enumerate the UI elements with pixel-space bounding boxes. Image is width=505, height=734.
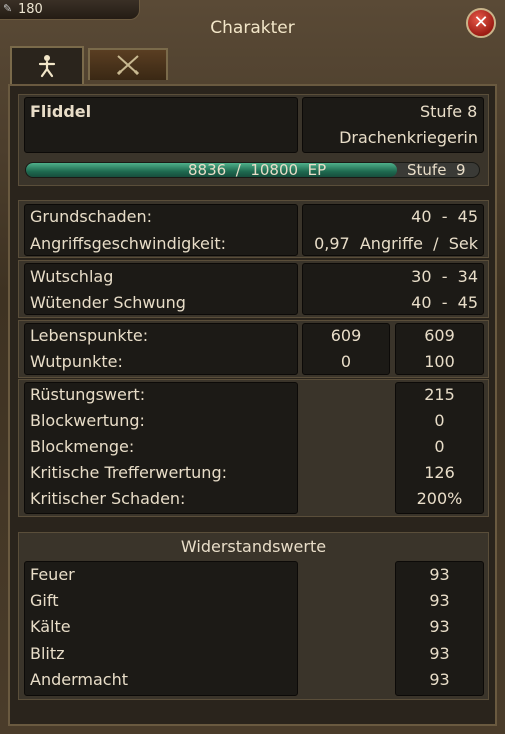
ability1-value: 30 - 34 [300,267,478,286]
base-damage-dash: - [441,207,448,226]
armor-value: 215 [424,385,455,404]
currency-icon: ✎ [3,2,13,15]
ability1-min: 30 [411,267,432,286]
xp-current: 8836 [188,161,227,179]
crit-damage-label: Kritischer Schaden: [30,489,186,508]
block-rating-label: Blockwertung: [30,411,145,430]
poison-value: 93 [429,591,450,610]
hp-max: 609 [424,326,455,345]
close-button[interactable]: ✕ [466,8,496,38]
level-display: Stufe 8 [420,102,478,121]
base-damage-label: Grundschaden: [30,207,153,226]
ability2-max: 45 [457,293,478,312]
other-value: 93 [429,670,450,689]
attack-speed-unit2: Sek [448,234,478,253]
attack-speed-slash: / [433,234,439,253]
cold-label: Kälte [30,617,71,636]
crit-rating-value: 126 [424,463,455,482]
rage-label: Wutpunkte: [30,352,123,371]
rage-current: 0 [340,352,352,371]
ability1-label: Wutschlag [30,267,114,286]
cold-value: 93 [429,617,450,636]
fire-value: 93 [429,565,450,584]
close-icon: ✕ [473,12,489,33]
character-class: Drachenkriegerin [339,128,478,147]
ability2-min: 40 [411,293,432,312]
crit-damage-value: 200% [416,489,463,508]
ability2-value: 40 - 45 [300,293,478,312]
attack-speed-value: 0,97 Angriffe / Sek [300,234,478,253]
ability2-label: Wütender Schwung [30,293,186,312]
tab-combat[interactable] [88,48,168,80]
poison-label: Gift [30,591,59,610]
top-counter-value: 180 [18,2,43,17]
hp-label: Lebenspunkte: [30,326,149,345]
armor-label: Rüstungswert: [30,385,146,404]
attack-speed-number: 0,97 [314,234,350,253]
character-name: Fliddel [30,102,92,121]
next-level-text: Stufe 9 [407,161,466,179]
window-title: Charakter [210,18,295,38]
crit-rating-label: Kritische Trefferwertung: [30,463,227,482]
lightning-value: 93 [429,644,450,663]
base-damage-min: 40 [411,207,432,226]
character-window: ✎ 180 Charakter ✕ Fliddel Stufe 8 Drache… [0,0,505,734]
xp-max: 10800 [250,161,299,179]
block-amount-label: Blockmenge: [30,437,135,456]
next-level-label: Stufe [407,161,447,179]
xp-separator: / [235,161,241,179]
base-damage-max: 45 [457,207,478,226]
resistances-title: Widerstandswerte [180,537,327,556]
rage-max: 100 [424,352,455,371]
attack-speed-unit1: Angriffe [359,234,423,253]
base-damage-value: 40 - 45 [300,207,478,226]
tab-character[interactable] [10,46,84,84]
next-level-value: 9 [455,161,466,179]
block-amount-value: 0 [434,437,445,456]
attack-speed-label: Angriffsgeschwindigkeit: [30,234,226,253]
hp-current: 609 [330,326,362,345]
xp-text: 8836 / 10800 EP [188,161,326,179]
fire-label: Feuer [30,565,75,584]
level-value: 8 [467,102,478,121]
ability1-dash: - [441,267,448,286]
ability2-dash: - [441,293,448,312]
ability1-max: 34 [457,267,478,286]
xp-unit: EP [307,161,327,179]
level-label: Stufe [420,102,463,121]
lightning-label: Blitz [30,644,65,663]
combat-tab-icon [116,55,140,76]
top-counter-badge: ✎ 180 [0,0,140,20]
character-tab-icon [38,55,56,78]
other-label: Andermacht [30,670,128,689]
block-rating-value: 0 [434,411,445,430]
